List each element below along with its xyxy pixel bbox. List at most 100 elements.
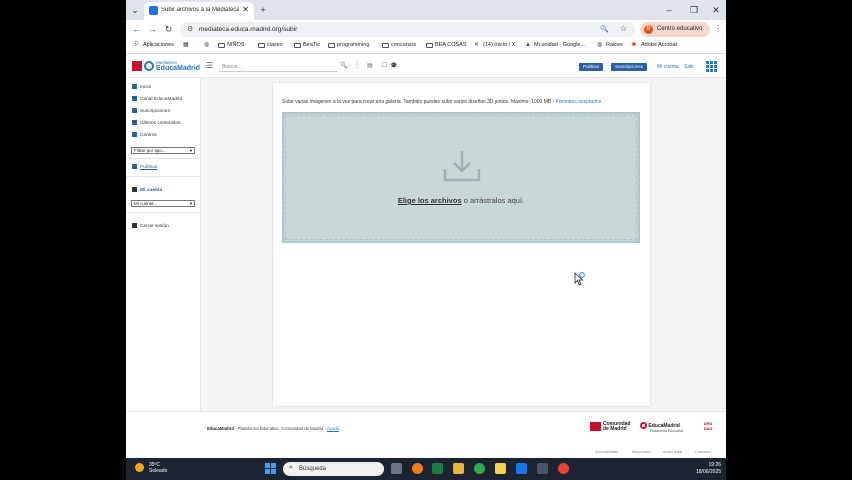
excel-icon[interactable] — [432, 463, 443, 474]
reload-icon[interactable]: ↻ — [162, 23, 175, 36]
folder-icon — [294, 42, 301, 48]
educamadrid-logo-icon[interactable] — [144, 61, 154, 71]
bookmark-raices[interactable]: ◍ Raices — [597, 42, 623, 48]
bookmark-google-drive[interactable]: ▲ Mi unidad - Google... — [525, 42, 585, 48]
back-icon[interactable]: ← — [130, 23, 143, 36]
new-tab-icon[interactable]: + — [256, 3, 270, 17]
sidebar-item-suscripciones[interactable]: Suscripciones — [132, 108, 170, 114]
x-logo-icon: ✕ — [474, 42, 480, 48]
tab-title: Subir archivos a la Mediateca | — [161, 7, 239, 13]
zoom-icon[interactable]: 🔍 — [600, 25, 609, 33]
sidebar-item-inicio[interactable]: Inicio — [132, 84, 151, 90]
footer-link-accesibilidad[interactable]: Accesibilidad — [595, 449, 618, 454]
task-view-icon[interactable] — [391, 463, 402, 474]
bookmark-beatic[interactable]: BeaTic — [294, 42, 320, 48]
bookmark-clases[interactable]: clases — [258, 42, 283, 48]
bookmark-concursos[interactable]: concursos — [382, 42, 416, 48]
profile-label: Centro educativo — [657, 26, 703, 32]
bookmark-aplicaciones[interactable]: ⠿ Aplicaciones — [134, 42, 174, 48]
educamadrid-footer-logo[interactable]: EducaMadrid Plataforma Educativa — [640, 422, 683, 433]
sidebar-publish-link[interactable]: Publicar — [132, 164, 157, 170]
footer-text: EducaMadrid - Plataforma Educativa. Comu… — [207, 426, 340, 431]
accepted-formats-link[interactable]: Formatos aceptados — [556, 99, 602, 105]
bookmark-bea-cosas[interactable]: BEA COSAS — [426, 42, 467, 48]
system-clock[interactable]: 19:26 18/06/2025 — [696, 462, 721, 476]
sidebar-item-centros[interactable]: Centros — [132, 132, 157, 138]
chrome-icon[interactable] — [474, 463, 485, 474]
tab-list-chevron-icon[interactable]: ⌄ — [128, 3, 142, 17]
plus-icon — [132, 164, 137, 169]
hamburger-menu-icon[interactable]: ☰ — [206, 61, 213, 70]
site-info-icon[interactable]: ⚙ — [187, 25, 193, 33]
bookmark-ninos[interactable]: NIÑOS — [218, 42, 244, 48]
footer-link-mapa[interactable]: Mapa web — [632, 449, 650, 454]
ods-logo[interactable]: DRS DAS — [702, 421, 714, 435]
subscriptions-button[interactable]: Suscripciones — [611, 63, 648, 71]
site-favicon-icon — [149, 6, 158, 15]
profile-button[interactable]: B Centro educativo — [640, 22, 710, 37]
logo-educamadrid[interactable]: EducaMadrid — [156, 65, 200, 72]
forward-icon[interactable]: → — [146, 23, 159, 36]
educamadrid-logo-icon — [640, 422, 647, 429]
sidebar-item-ultimos[interactable]: Últimos contenidos — [132, 120, 181, 126]
chevron-down-icon: ▼ — [189, 201, 193, 206]
account-select[interactable]: Mi cuenta... ▼ — [131, 200, 195, 207]
publish-button[interactable]: Publicar — [579, 63, 604, 71]
madrid-logo-icon[interactable] — [132, 61, 142, 71]
latest-icon — [132, 120, 137, 125]
restore-icon[interactable]: ❐ — [687, 3, 701, 17]
divider — [126, 176, 201, 177]
file-dropzone[interactable]: Elige los archivos o arrástralos aquí. — [282, 112, 640, 243]
globe-icon[interactable]: ◍ — [204, 42, 211, 48]
database-icon[interactable]: ▤ — [367, 62, 373, 69]
apps-grid-icon[interactable] — [706, 61, 717, 72]
profile-avatar: B — [644, 25, 653, 34]
more-options-icon[interactable]: ⋮ — [354, 62, 360, 69]
firefox-icon[interactable] — [412, 463, 423, 474]
chrome-profile-icon[interactable] — [558, 463, 569, 474]
choose-files-link[interactable]: Elige los archivos — [398, 196, 462, 205]
bookmark-star-icon[interactable]: ☆ — [620, 24, 627, 33]
bookmark-adobe[interactable]: ■ Adobe Acrobat — [632, 42, 677, 48]
minimize-icon[interactable]: – — [662, 3, 676, 17]
search-input[interactable]: Buscar... — [219, 61, 337, 72]
sidebar-item-canal[interactable]: Canal EducaMadrid — [132, 96, 182, 102]
folder-icon — [426, 42, 433, 48]
comunidad-madrid-logo[interactable]: Comunidad de Madrid — [590, 422, 631, 432]
help-link[interactable]: Ayuda — [327, 426, 339, 431]
bookmark-programming[interactable]: programming — [328, 42, 369, 48]
bookmark-x[interactable]: ✕ (14) Inicio / X — [474, 42, 515, 48]
filter-type-select[interactable]: Filtrar por tipo... ▼ — [131, 147, 195, 154]
browser-menu-icon[interactable]: ⋮ — [714, 24, 722, 33]
logout-link[interactable]: Cerrar sesión — [132, 223, 169, 229]
upload-instructions: Sube varias imágenes a la vez para crear… — [282, 99, 602, 105]
my-account-link[interactable]: Mi cuenta — [657, 64, 679, 70]
site-footer: EducaMadrid - Plataforma Educativa. Comu… — [126, 411, 726, 458]
graduation-cap-icon[interactable]: 🎓 — [390, 62, 397, 69]
madrid-flag-icon — [590, 422, 601, 431]
checkbox-icon[interactable]: ☐ — [382, 62, 387, 69]
search-icon[interactable]: 🔍 — [340, 62, 347, 69]
footer-link-contacto[interactable]: Contacto — [695, 449, 711, 454]
url-bar[interactable]: ⚙ mediateca.educa.madrid.org/subir 🔍 ☆ — [180, 22, 635, 37]
user-icon — [132, 187, 137, 192]
drive-icon: ▲ — [525, 42, 531, 48]
grid-icon[interactable]: ▦ — [183, 42, 190, 48]
upload-panel: Sube varias imágenes a la vez para crear… — [273, 83, 650, 406]
close-window-icon[interactable]: ✕ — [709, 3, 723, 17]
schools-icon — [132, 132, 137, 137]
file-explorer-icon[interactable] — [453, 463, 464, 474]
taskbar-search[interactable]: ⌕ Búsqueda — [283, 462, 384, 476]
home-icon — [132, 84, 137, 89]
browser-window: ⌄ Subir archivos a la Mediateca | ✕ + – … — [126, 0, 726, 480]
exit-link[interactable]: Salir — [684, 64, 694, 70]
notes-icon[interactable] — [495, 463, 506, 474]
sun-icon — [135, 463, 144, 472]
main-content: Sube varias imágenes a la vez para crear… — [201, 78, 726, 411]
close-tab-icon[interactable]: ✕ — [242, 5, 249, 14]
windows-start-icon[interactable] — [265, 463, 276, 474]
app-icon[interactable] — [537, 463, 548, 474]
footer-link-aviso[interactable]: Aviso legal — [663, 449, 682, 454]
browser-tab[interactable]: Subir archivos a la Mediateca | ✕ — [144, 2, 254, 20]
mail-icon[interactable] — [516, 463, 527, 474]
